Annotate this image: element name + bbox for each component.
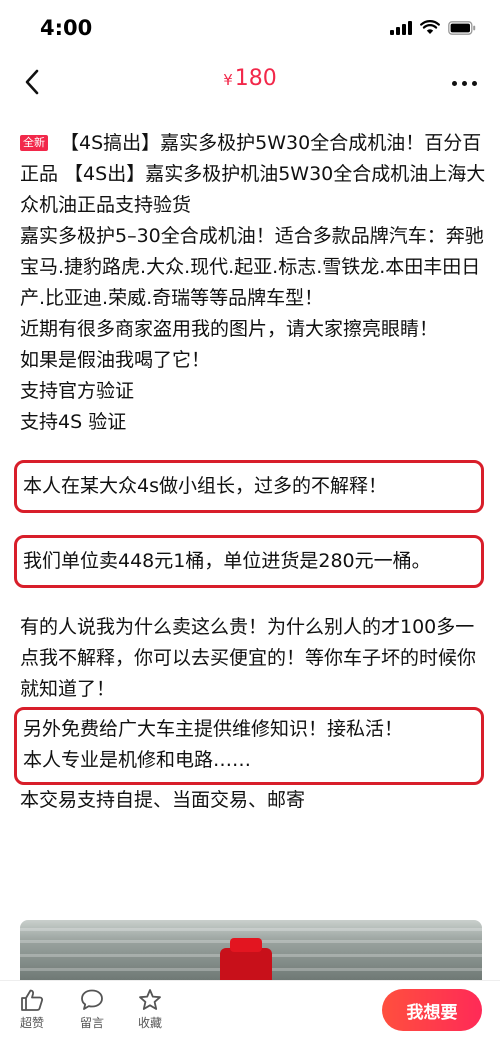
product-photo[interactable] [20, 920, 482, 980]
comment-label: 留言 [79, 1016, 104, 1030]
status-time: 4:00 [40, 16, 93, 40]
highlight-box: 我们单位卖448元1桶，单位进货是280元一桶。 [14, 535, 484, 588]
highlight-box: 另外免费给广大车主提供维修知识！接私活！ 本人专业是机修和电路…… [14, 707, 484, 785]
favorite-label: 收藏 [137, 1016, 162, 1030]
description-line: 支持4S 验证 [20, 411, 127, 433]
favorite-button[interactable]: 收藏 [130, 987, 170, 1031]
star-icon [139, 989, 161, 1010]
oil-bottle-cap [220, 938, 272, 980]
description-line: 支持官方验证 [20, 380, 135, 402]
speech-bubble-icon [81, 989, 103, 1010]
nav-bar: ¥180 [0, 58, 500, 104]
description-line: 嘉实多极护5–30全合成机油！适合多款品牌汽车：奔驰宝马.捷豹路虎.大众.现代.… [20, 225, 484, 309]
highlight-text: 另外免费给广大车主提供维修知识！接私活！ [23, 718, 404, 740]
like-button[interactable]: 超赞 [12, 987, 52, 1031]
like-label: 超赞 [19, 1016, 44, 1030]
price-value: 180 [234, 66, 277, 91]
description-line: 全新 【4S搞出】嘉实多极护5W30全合成机油！百分百正品 【4S出】嘉实多极护机… [20, 128, 486, 221]
trade-options-text: 本交易支持自提、当面交易、邮寄 [20, 789, 306, 811]
status-bar: 4:00 [0, 0, 500, 60]
battery-icon [448, 20, 476, 35]
more-dots-icon [451, 80, 457, 86]
status-icons [390, 20, 476, 35]
currency-symbol: ¥ [223, 71, 233, 89]
description-line: 近期有很多商家盗用我的图片，请大家擦亮眼睛！ [20, 318, 439, 340]
price-label: ¥180 [0, 66, 500, 91]
title-text: 【4S搞出】嘉实多极护5W30全合成机油！百分百正品 【4S出】嘉实多极护机油5… [20, 132, 486, 216]
new-badge: 全新 [20, 135, 48, 151]
description-line: 如果是假油我喝了它！ [20, 349, 211, 371]
highlight-text: 本人在某大众4s做小组长，过多的不解释！ [23, 475, 387, 497]
want-button[interactable]: 我想要 [382, 989, 482, 1031]
wifi-icon [420, 20, 440, 35]
post-description: 全新 【4S搞出】嘉实多极护5W30全合成机油！百分百正品 【4S出】嘉实多极护机… [14, 128, 486, 816]
highlight-text: 我们单位卖448元1桶，单位进货是280元一桶。 [23, 550, 431, 572]
highlight-text: 本人专业是机修和电路…… [23, 749, 252, 771]
description-paragraph: 有的人说我为什么卖这么贵！为什么别人的才100多一点我不解释，你可以去买便宜的！… [20, 616, 477, 700]
more-button[interactable] [446, 68, 482, 98]
bottom-action-bar: 超赞 留言 收藏 我想要 [0, 980, 500, 1040]
highlight-box: 本人在某大众4s做小组长，过多的不解释！ [14, 460, 484, 513]
cellular-signal-icon [390, 20, 412, 35]
thumbs-up-icon [21, 989, 44, 1011]
comment-button[interactable]: 留言 [72, 987, 112, 1031]
